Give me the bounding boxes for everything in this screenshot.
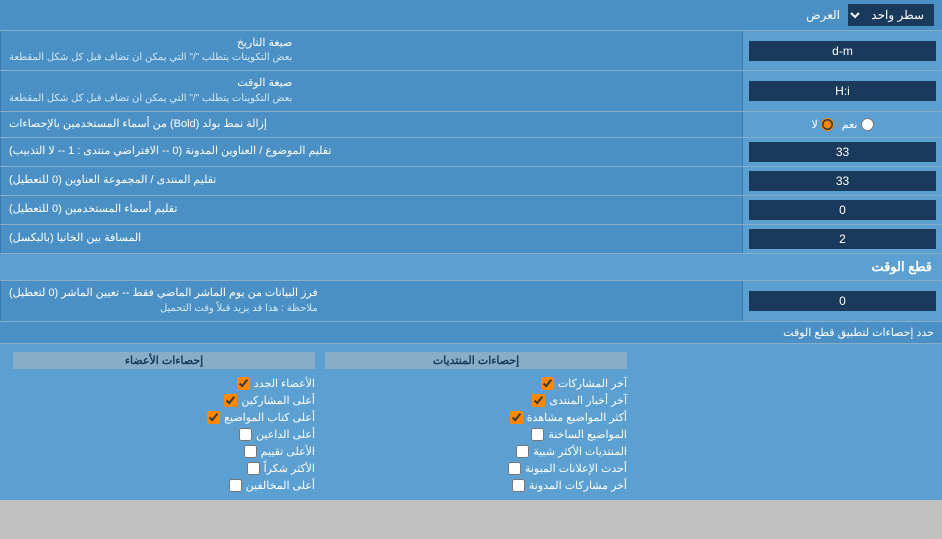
bold-remove-label: إزالة نمط بولد (Bold) من أسماء المستخدمي… (0, 112, 742, 137)
list-item[interactable]: آخر المشاركات (325, 377, 627, 390)
time-format-row: صيغة الوقت بعض التكوينات يتطلب "/" التي … (0, 71, 942, 111)
time-format-input-cell[interactable] (742, 71, 942, 110)
checkbox-members-4[interactable] (239, 428, 252, 441)
checkbox-members-3[interactable] (207, 411, 220, 424)
usernames-row: تقليم أسماء المستخدمين (0 للتعطيل) (0, 196, 942, 225)
time-format-label: صيغة الوقت بعض التكوينات يتطلب "/" التي … (0, 71, 742, 110)
time-cut-input[interactable] (749, 291, 936, 311)
top-row: سطر واحدسطرانثلاثة أسطر العرض (0, 0, 942, 31)
checkbox-forums-5[interactable] (516, 445, 529, 458)
time-format-input[interactable] (749, 81, 936, 101)
list-item[interactable]: آخر أخبار المنتدى (325, 394, 627, 407)
spacing-input-cell[interactable] (742, 225, 942, 253)
view-select[interactable]: سطر واحدسطرانثلاثة أسطر (848, 4, 934, 26)
checkbox-forums-3[interactable] (510, 411, 523, 424)
checkboxes-area: إحصاءات المنتديات آخر المشاركات آخر أخبا… (0, 344, 942, 500)
bold-radio-group: نعم لا (812, 118, 874, 131)
radio-yes-label[interactable]: نعم (842, 118, 874, 131)
forum-group-input-cell[interactable] (742, 167, 942, 195)
checkbox-members-2[interactable] (224, 394, 237, 407)
col2-header: إحصاءات الأعضاء (13, 352, 315, 369)
time-cut-label: فرز البيانات من يوم الماشر الماضي فقط --… (0, 281, 742, 320)
checkbox-members-1[interactable] (237, 377, 250, 390)
topic-subject-input-cell[interactable] (742, 138, 942, 166)
list-item[interactable]: أعلى الداعين (13, 428, 315, 441)
checkbox-members-5[interactable] (244, 445, 257, 458)
list-item[interactable]: أكثر المواضيع مشاهدة (325, 411, 627, 424)
view-label: العرض (806, 8, 840, 22)
stats-header: حدد إحصاءات لتطبيق قطع الوقت (0, 322, 942, 344)
usernames-input[interactable] (749, 200, 936, 220)
checkbox-forums-2[interactable] (532, 394, 545, 407)
radio-yes[interactable] (861, 118, 874, 131)
spacing-row: المسافة بين الخانيا (بالبكسل) (0, 225, 942, 254)
list-item[interactable]: المواضيع الساخنة (325, 428, 627, 441)
checkbox-forums-7[interactable] (512, 479, 525, 492)
list-item[interactable]: المنتديات الأكثر شبية (325, 445, 627, 458)
list-item[interactable]: الأعضاء الجدد (13, 377, 315, 390)
checkbox-col-forums: إحصاءات المنتديات آخر المشاركات آخر أخبا… (320, 352, 632, 492)
usernames-label: تقليم أسماء المستخدمين (0 للتعطيل) (0, 196, 742, 224)
list-item[interactable]: أحدث الإعلانات المبونة (325, 462, 627, 475)
checkbox-forums-6[interactable] (508, 462, 521, 475)
forum-group-label: تقليم المنتدى / المجموعة العناوين (0 للت… (0, 167, 742, 195)
time-cut-row: فرز البيانات من يوم الماشر الماضي فقط --… (0, 281, 942, 321)
view-select-cell[interactable]: سطر واحدسطرانثلاثة أسطر (848, 4, 934, 26)
list-item[interactable]: أعلى كتاب المواضيع (13, 411, 315, 424)
date-format-input-cell[interactable] (742, 31, 942, 70)
list-item[interactable]: أعلى المشاركين (13, 394, 315, 407)
time-cut-input-cell[interactable] (742, 281, 942, 320)
checkbox-forums-1[interactable] (541, 377, 554, 390)
date-format-row: صيغة التاريخ بعض التكوينات يتطلب "/" الت… (0, 31, 942, 71)
spacing-input[interactable] (749, 229, 936, 249)
list-item[interactable]: الأكثر شكراً (13, 462, 315, 475)
radio-no-label[interactable]: لا (812, 118, 834, 131)
checkbox-members-6[interactable] (247, 462, 260, 475)
col1-header: إحصاءات المنتديات (325, 352, 627, 369)
section-header: قطع الوقت (0, 254, 942, 281)
forum-group-input[interactable] (749, 171, 936, 191)
date-format-label: صيغة التاريخ بعض التكوينات يتطلب "/" الت… (0, 31, 742, 70)
checkbox-col-members: إحصاءات الأعضاء الأعضاء الجدد أعلى المشا… (8, 352, 320, 492)
bold-remove-input-cell[interactable]: نعم لا (742, 112, 942, 137)
checkbox-members-7[interactable] (229, 479, 242, 492)
list-item[interactable]: الأعلى تقييم (13, 445, 315, 458)
topic-subject-input[interactable] (749, 142, 936, 162)
list-item[interactable]: أخر مشاركات المدونة (325, 479, 627, 492)
list-item[interactable]: أعلى المخالفين (13, 479, 315, 492)
spacing-label: المسافة بين الخانيا (بالبكسل) (0, 225, 742, 253)
checkbox-forums-4[interactable] (531, 428, 544, 441)
bold-remove-row: نعم لا إزالة نمط بولد (Bold) من أسماء ال… (0, 112, 942, 138)
usernames-input-cell[interactable] (742, 196, 942, 224)
date-format-input[interactable] (749, 41, 936, 61)
forum-group-row: تقليم المنتدى / المجموعة العناوين (0 للت… (0, 167, 942, 196)
topic-subject-label: تقليم الموضوع / العناوين المدونة (0 -- ا… (0, 138, 742, 166)
topic-subject-row: تقليم الموضوع / العناوين المدونة (0 -- ا… (0, 138, 942, 167)
radio-no[interactable] (821, 118, 834, 131)
